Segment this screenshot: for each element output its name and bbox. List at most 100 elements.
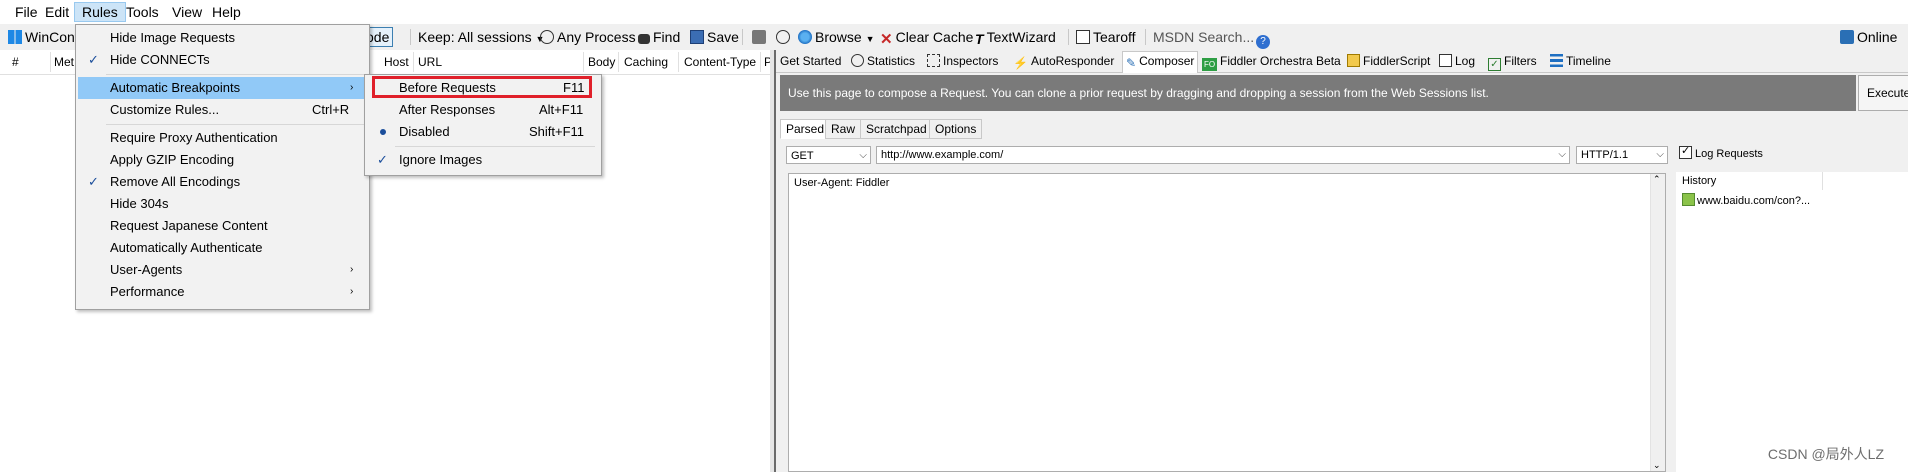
checkmark-icon: ✓ — [88, 52, 99, 67]
crosshair-icon — [540, 30, 554, 44]
menu-item-hide-image-requests[interactable]: Hide Image Requests — [78, 27, 367, 49]
subtab-options[interactable]: Options — [929, 119, 983, 139]
toolbar-separator — [1145, 29, 1146, 45]
checkbox-icon — [1679, 144, 1692, 159]
menu-item-ignore-images[interactable]: ✓ Ignore Images — [367, 149, 599, 171]
dropdown-arrow-icon: ▼ — [865, 34, 875, 44]
network-icon — [1840, 30, 1854, 44]
tab-composer[interactable]: ✎ Composer — [1122, 51, 1199, 73]
clear-cache-button[interactable]: ✕ Clear Cache — [880, 28, 973, 48]
scroll-up-icon[interactable]: ⌃ — [1653, 174, 1661, 185]
subtab-parsed[interactable]: Parsed — [780, 119, 831, 139]
keep-sessions-dropdown[interactable]: Keep: All sessions ▼ — [418, 28, 544, 46]
textwizard-button[interactable]: T TextWizard — [975, 28, 1056, 47]
toolbar-separator — [1068, 29, 1069, 45]
column-host[interactable]: Host — [384, 54, 409, 70]
chevron-down-icon: ⌵ — [1656, 149, 1664, 160]
tearoff-button[interactable]: Tearoff — [1076, 28, 1136, 46]
menu-item-automatic-breakpoints[interactable]: Automatic Breakpoints › — [78, 77, 367, 99]
checkbox-icon: ✓ — [1488, 58, 1501, 71]
column-method[interactable]: Met — [54, 54, 74, 70]
tab-get-started[interactable]: Get Started — [777, 52, 844, 70]
orchestra-icon: FO — [1202, 58, 1217, 71]
url-input[interactable]: http://www.example.com/ ⌵ — [876, 146, 1570, 164]
menu-item-request-japanese[interactable]: Request Japanese Content — [78, 215, 367, 237]
scroll-down-icon[interactable]: ⌄ — [1653, 460, 1661, 471]
column-content-type[interactable]: Content-Type — [684, 54, 756, 70]
tab-autoresponder[interactable]: ⚡ AutoResponder — [1010, 52, 1117, 70]
toolbar-separator — [742, 29, 743, 45]
submenu-arrow-icon: › — [350, 264, 354, 275]
menu-item-user-agents[interactable]: User-Agents › — [78, 259, 367, 281]
column-number[interactable]: # — [12, 54, 19, 70]
textwizard-icon: T — [975, 31, 984, 47]
column-divider — [583, 52, 584, 72]
msdn-search-input[interactable]: MSDN Search... — [1153, 28, 1254, 46]
history-header: History — [1682, 172, 1823, 190]
chevron-down-icon: ⌵ — [1558, 149, 1566, 160]
checkmark-icon: ✓ — [88, 174, 99, 189]
composer-info-banner: Use this page to compose a Request. You … — [780, 75, 1856, 111]
pencil-icon: ✎ — [1126, 56, 1137, 70]
menu-item-hide-304s[interactable]: Hide 304s — [78, 193, 367, 215]
http-version-select[interactable]: HTTP/1.1 ⌵ — [1576, 146, 1668, 164]
timer-button[interactable] — [776, 28, 793, 46]
execute-button[interactable]: Execute — [1858, 75, 1908, 111]
menu-item-remove-all-encodings[interactable]: ✓ Remove All Encodings — [78, 171, 367, 193]
menu-view[interactable]: View — [165, 3, 209, 21]
menu-edit[interactable]: Edit — [38, 3, 76, 21]
binoculars-icon — [638, 34, 650, 44]
subtab-raw[interactable]: Raw — [825, 119, 862, 139]
menu-item-performance[interactable]: Performance › — [78, 281, 367, 303]
menu-item-disabled[interactable]: Disabled Shift+F11 — [367, 121, 599, 143]
tab-log[interactable]: Log — [1436, 52, 1478, 70]
menu-tools[interactable]: Tools — [119, 3, 166, 21]
history-item[interactable]: www.baidu.com/con?... — [1682, 192, 1810, 210]
watermark: CSDN @局外人LZ — [1767, 446, 1884, 462]
column-divider — [50, 52, 51, 72]
vertical-scrollbar[interactable]: ⌃ ⌄ — [1650, 174, 1665, 471]
log-requests-checkbox[interactable]: Log Requests — [1679, 144, 1763, 160]
menu-item-apply-gzip[interactable]: Apply GZIP Encoding — [78, 149, 367, 171]
column-divider — [413, 52, 414, 72]
online-status[interactable]: Online — [1840, 28, 1897, 46]
camera-icon — [752, 30, 766, 44]
help-button[interactable]: ? — [1256, 28, 1273, 49]
checkmark-icon: ✓ — [377, 152, 388, 167]
column-body[interactable]: Body — [588, 54, 615, 70]
submenu-arrow-icon: › — [350, 286, 354, 297]
tab-statistics[interactable]: Statistics — [848, 52, 918, 70]
script-icon — [1347, 54, 1360, 67]
toolbar-separator — [410, 29, 411, 45]
tab-timeline[interactable]: Timeline — [1547, 52, 1614, 70]
radio-selected-icon — [380, 129, 386, 135]
menu-item-require-proxy-auth[interactable]: Require Proxy Authentication — [78, 127, 367, 149]
tab-fiddler-orchestra[interactable]: FO Fiddler Orchestra Beta — [1199, 52, 1344, 71]
find-button[interactable]: Find — [638, 28, 680, 46]
method-select[interactable]: GET ⌵ — [786, 146, 871, 164]
column-divider — [618, 52, 619, 72]
tab-inspectors[interactable]: Inspectors — [924, 52, 1001, 70]
menu-item-customize-rules[interactable]: Customize Rules... Ctrl+R — [78, 99, 367, 121]
request-headers-textarea[interactable]: User-Agent: Fiddler ⌃ ⌄ — [788, 173, 1666, 472]
browse-button[interactable]: Browse ▼ — [798, 28, 875, 46]
any-process-button[interactable]: Any Process — [540, 28, 636, 46]
tab-filters[interactable]: ✓ Filters — [1485, 52, 1540, 71]
column-url[interactable]: URL — [418, 54, 442, 70]
menu-separator — [395, 146, 595, 147]
stopwatch-icon — [851, 54, 864, 67]
tab-fiddlerscript[interactable]: FiddlerScript — [1344, 52, 1433, 70]
inspector-tabs: Get Started Statistics Inspectors ⚡ AutoR… — [776, 50, 1908, 73]
screenshot-button[interactable] — [752, 28, 769, 46]
menu-separator — [106, 74, 364, 75]
menu-item-after-responses[interactable]: After Responses Alt+F11 — [367, 99, 599, 121]
browser-icon — [798, 30, 812, 44]
menu-item-hide-connects[interactable]: ✓ Hide CONNECTs — [78, 49, 367, 71]
subtab-scratchpad[interactable]: Scratchpad — [860, 119, 933, 139]
save-icon — [690, 30, 704, 44]
save-button[interactable]: Save — [690, 28, 739, 46]
menu-help[interactable]: Help — [205, 3, 248, 21]
menu-bar: File Edit Rules Tools View Help — [0, 0, 1908, 24]
menu-item-auto-authenticate[interactable]: Automatically Authenticate — [78, 237, 367, 259]
column-caching[interactable]: Caching — [624, 54, 668, 70]
